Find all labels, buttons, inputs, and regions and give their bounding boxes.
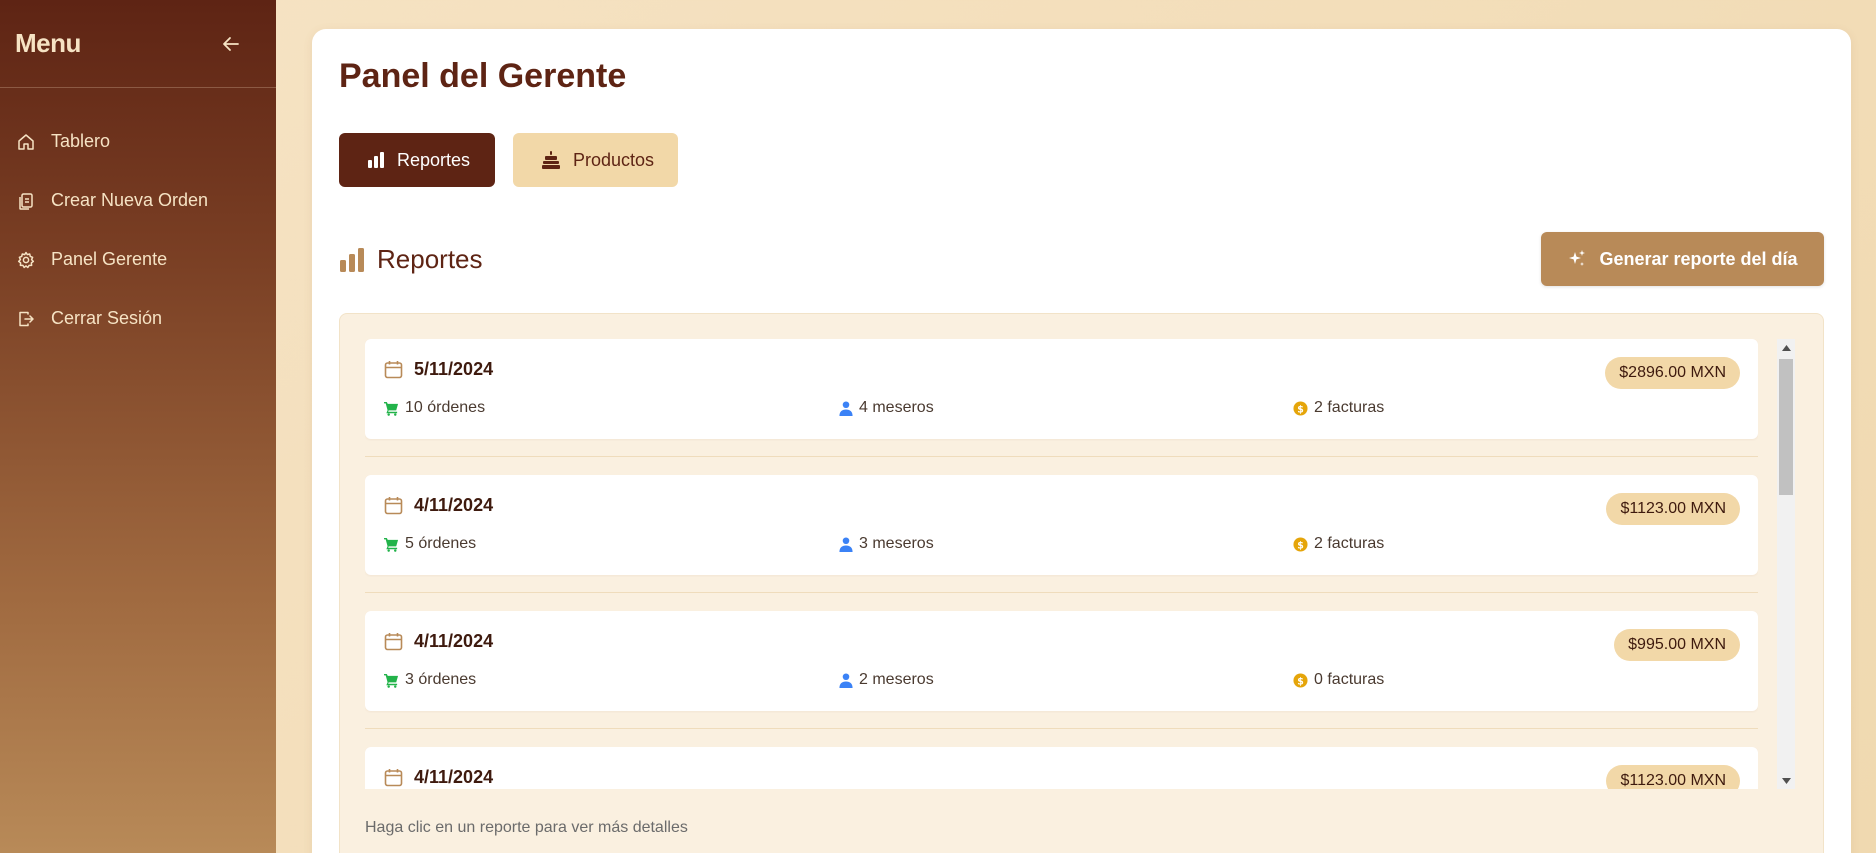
scroll-up-arrow-icon[interactable] [1777, 339, 1795, 356]
cart-icon [384, 537, 399, 552]
cart-icon [384, 401, 399, 416]
bar-chart-icon [367, 151, 385, 169]
report-date: 4/11/2024 [384, 631, 493, 652]
report-date-text: 4/11/2024 [414, 495, 494, 515]
calendar-icon [384, 360, 403, 379]
sidebar-title: Menu [15, 28, 81, 58]
reports-scrollbar[interactable] [1777, 339, 1795, 789]
sidebar-item-label: Crear Nueva Orden [51, 190, 209, 210]
report-date: 4/11/2024 [384, 495, 493, 516]
report-invoices-text: 2 facturas [1314, 399, 1385, 416]
home-icon [16, 132, 36, 152]
sidebar-item-cerrar-sesion[interactable]: Cerrar Sesión [0, 289, 276, 348]
user-icon [839, 672, 853, 688]
calendar-icon [384, 768, 403, 787]
cart-icon [384, 673, 399, 688]
report-date: 5/11/2024 [384, 359, 493, 380]
report-waiters-text: 4 meseros [859, 399, 934, 416]
svg-text:$: $ [1297, 676, 1304, 687]
report-waiters-text: 3 meseros [859, 535, 934, 552]
sidebar-item-label: Cerrar Sesión [51, 308, 163, 328]
tab-bar: Reportes Productos [339, 133, 678, 187]
user-icon [839, 400, 853, 416]
report-invoices-text: 0 facturas [1314, 671, 1385, 688]
coin-icon: $ [1293, 672, 1308, 688]
report-waiters: 4 meseros [839, 399, 934, 417]
report-date-text: 4/11/2024 [414, 767, 494, 787]
main-panel: Panel del Gerente Reportes Productos Rep… [312, 29, 1851, 853]
sidebar-header: Menu [0, 0, 276, 88]
report-date-text: 5/11/2024 [414, 359, 494, 379]
tab-reportes[interactable]: Reportes [339, 133, 495, 187]
report-orders: 10 órdenes [384, 399, 485, 417]
report-date-text: 4/11/2024 [414, 631, 494, 651]
report-card[interactable]: 4/11/2024 $1123.00 MXN [365, 747, 1758, 789]
cake-icon [541, 150, 561, 170]
tab-label: Productos [573, 149, 655, 170]
logout-icon [16, 309, 36, 329]
report-orders: 5 órdenes [384, 535, 476, 553]
tab-label: Reportes [397, 149, 471, 170]
sidebar-item-label: Panel Gerente [51, 249, 168, 269]
report-total-badge: $995.00 MXN [1614, 629, 1740, 661]
divider [365, 592, 1758, 593]
generate-report-button[interactable]: Generar reporte del día [1541, 232, 1824, 286]
scroll-down-arrow-icon[interactable] [1777, 772, 1795, 789]
report-total-badge: $1123.00 MXN [1606, 765, 1740, 789]
coin-icon: $ [1293, 400, 1308, 416]
reports-hint: Haga clic en un reporte para ver más det… [365, 819, 688, 836]
sidebar: Menu Tablero Crear Nueva Orden Panel Ger… [0, 0, 276, 853]
page-title: Panel del Gerente [339, 57, 627, 95]
report-invoices: $ 2 facturas [1293, 399, 1384, 417]
report-total-badge: $1123.00 MXN [1606, 493, 1740, 525]
report-total-badge: $2896.00 MXN [1605, 357, 1740, 389]
sparkles-icon [1567, 249, 1587, 269]
calendar-icon [384, 632, 403, 651]
sidebar-item-crear-orden[interactable]: Crear Nueva Orden [0, 171, 276, 230]
reports-list[interactable]: 5/11/2024 $2896.00 MXN 10 órdenes 4 mese… [365, 339, 1758, 789]
sidebar-nav: Tablero Crear Nueva Orden Panel Gerente … [0, 88, 276, 348]
divider [365, 728, 1758, 729]
report-waiters: 3 meseros [839, 535, 934, 553]
coin-icon: $ [1293, 536, 1308, 552]
section-title-label: Reportes [377, 244, 483, 274]
report-invoices: $ 2 facturas [1293, 535, 1384, 553]
report-invoices: $ 0 facturas [1293, 671, 1384, 689]
collapse-sidebar-button[interactable] [216, 29, 246, 59]
reports-panel: 5/11/2024 $2896.00 MXN 10 órdenes 4 mese… [339, 313, 1824, 853]
report-card[interactable]: 5/11/2024 $2896.00 MXN 10 órdenes 4 mese… [365, 339, 1758, 439]
sidebar-item-tablero[interactable]: Tablero [0, 112, 276, 171]
report-date: 4/11/2024 [384, 767, 493, 788]
sidebar-item-panel-gerente[interactable]: Panel Gerente [0, 230, 276, 289]
report-orders: 3 órdenes [384, 671, 476, 689]
calendar-icon [384, 496, 403, 515]
report-waiters: 2 meseros [839, 671, 934, 689]
sidebar-item-label: Tablero [51, 131, 111, 151]
svg-text:$: $ [1297, 404, 1304, 415]
report-card[interactable]: 4/11/2024 $995.00 MXN 3 órdenes 2 mesero… [365, 611, 1758, 711]
report-orders-text: 3 órdenes [405, 671, 477, 688]
divider [365, 456, 1758, 457]
tab-productos[interactable]: Productos [513, 133, 678, 187]
report-invoices-text: 2 facturas [1314, 535, 1385, 552]
scrollbar-thumb[interactable] [1779, 359, 1793, 495]
report-card[interactable]: 4/11/2024 $1123.00 MXN 5 órdenes 3 meser… [365, 475, 1758, 575]
bar-chart-icon [339, 247, 365, 273]
report-orders-text: 5 órdenes [405, 535, 477, 552]
report-orders-text: 10 órdenes [405, 399, 486, 416]
user-icon [839, 536, 853, 552]
report-waiters-text: 2 meseros [859, 671, 934, 688]
gear-icon [16, 250, 36, 270]
svg-text:$: $ [1297, 540, 1304, 551]
generate-report-label: Generar reporte del día [1599, 248, 1798, 269]
clipboard-icon [16, 191, 36, 211]
arrow-left-icon [223, 36, 239, 51]
section-title: Reportes [339, 244, 483, 275]
